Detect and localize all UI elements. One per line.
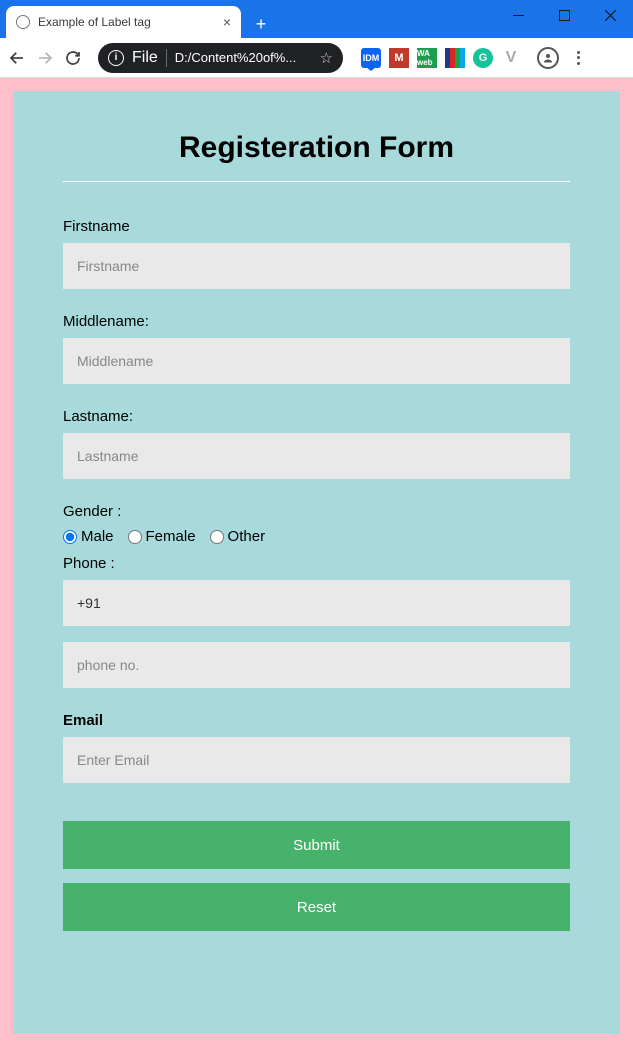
gender-female-radio[interactable] [128,530,142,544]
globe-icon [16,15,30,29]
page-body: Registeration Form Firstname Middlename:… [0,78,633,1047]
lastname-field: Lastname: [63,408,570,479]
reload-button[interactable] [64,49,82,67]
phone-field: Phone : [63,555,570,688]
new-tab-button[interactable]: + [247,10,275,38]
gender-label: Gender : [63,503,570,520]
lastname-input[interactable] [63,433,570,479]
middlename-input[interactable] [63,338,570,384]
extension-grammarly-icon[interactable]: G [473,48,493,68]
divider [63,181,570,182]
firstname-field: Firstname [63,218,570,289]
phone-prefix-input[interactable] [63,580,570,626]
gender-female-option[interactable]: Female [128,528,196,545]
firstname-input[interactable] [63,243,570,289]
profile-avatar[interactable] [537,47,559,69]
extension-vue-icon[interactable]: V [501,48,521,68]
registration-form: Registeration Form Firstname Middlename:… [13,91,620,1034]
gender-other-radio[interactable] [210,530,224,544]
close-window-button[interactable] [587,0,633,30]
lastname-label: Lastname: [63,408,570,425]
gender-other-option[interactable]: Other [210,528,266,545]
gender-other-label: Other [228,528,266,545]
middlename-field: Middlename: [63,313,570,384]
extension-color-icon[interactable] [445,48,465,68]
viewport: Registeration Form Firstname Middlename:… [0,78,633,1047]
submit-button[interactable]: Submit [63,821,570,869]
minimize-button[interactable] [495,0,541,30]
tab-title: Example of Label tag [38,15,215,29]
tab-strip: Example of Label tag × + [0,0,275,38]
firstname-label: Firstname [63,218,570,235]
gender-male-radio[interactable] [63,530,77,544]
forward-button[interactable] [36,49,54,67]
gender-male-label: Male [81,528,114,545]
phone-label: Phone : [63,555,570,572]
reset-button[interactable]: Reset [63,883,570,931]
email-label: Email [63,712,570,729]
gender-field: Gender : Male Female Other [63,503,570,545]
extension-gmail-icon[interactable]: M [389,48,409,68]
toolbar: i File D:/Content%20of%... ☆ IDM M WA we… [0,38,633,78]
middlename-label: Middlename: [63,313,570,330]
kebab-menu-icon[interactable] [577,51,580,65]
back-button[interactable] [8,49,26,67]
gender-female-label: Female [146,528,196,545]
email-field: Email [63,712,570,783]
gender-radio-group: Male Female Other [63,528,570,545]
extension-idm-icon[interactable]: IDM [361,48,381,68]
browser-tab[interactable]: Example of Label tag × [6,6,241,38]
window-titlebar: Example of Label tag × + [0,0,633,38]
phone-number-input[interactable] [63,642,570,688]
maximize-button[interactable] [541,0,587,30]
url-text: D:/Content%20of%... [175,50,296,65]
bookmark-star-icon[interactable]: ☆ [320,49,333,67]
page-title: Registeration Form [63,131,570,165]
gender-male-option[interactable]: Male [63,528,114,545]
email-input[interactable] [63,737,570,783]
close-tab-icon[interactable]: × [223,15,231,29]
extension-whatsapp-icon[interactable]: WA web [417,48,437,68]
address-bar[interactable]: i File D:/Content%20of%... ☆ [98,43,343,73]
extensions-row: IDM M WA web G V [361,48,521,68]
url-divider [166,49,167,67]
url-scheme: File [132,49,158,67]
window-controls [495,0,633,30]
info-icon[interactable]: i [108,50,124,66]
